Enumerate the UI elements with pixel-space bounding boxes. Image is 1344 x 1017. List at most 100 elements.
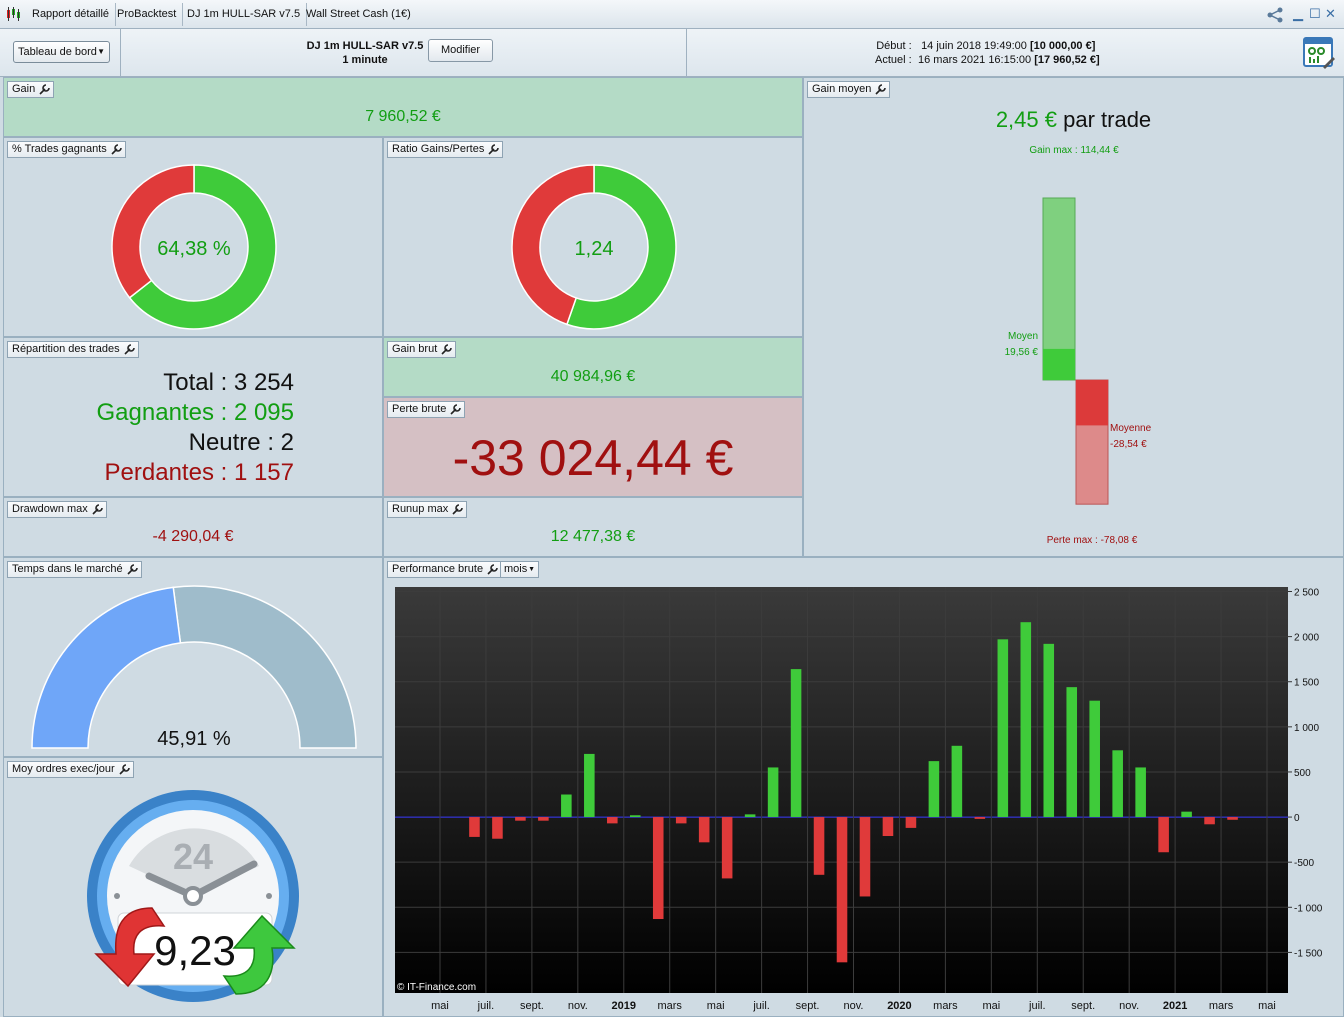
- wrench-icon[interactable]: [440, 343, 453, 356]
- x-tick-label: nov.: [844, 1000, 864, 1012]
- ordres-value: 9,23: [154, 927, 236, 974]
- ordres-clock-badge: 24 9,23: [87, 790, 299, 1002]
- x-tick-label: mai: [982, 1000, 1000, 1012]
- wrench-icon[interactable]: [123, 343, 136, 356]
- neutral-trades: Neutre : 2: [188, 429, 294, 456]
- y-tick-label: 500: [1294, 768, 1311, 779]
- x-tick-label: nov.: [568, 1000, 588, 1012]
- x-tick-label: mai: [431, 1000, 449, 1012]
- performance-bar: [1158, 817, 1169, 853]
- gain-panel-title: Gain: [7, 81, 55, 98]
- strategy-name: DJ 1m HULL-SAR v7.5: [306, 40, 424, 52]
- repartition-list: Total : 3 254 Gagnantes : 2 095 Neutre :…: [97, 368, 294, 488]
- moyen-value: 19,56 €: [1005, 347, 1039, 358]
- y-tick-label: 1 500: [1294, 678, 1319, 689]
- tab-strategy[interactable]: DJ 1m HULL-SAR v7.5: [181, 3, 308, 26]
- tab-bar: Rapport détaillé ProBacktest DJ 1m HULL-…: [0, 0, 1344, 29]
- start-label: Début :: [876, 40, 912, 52]
- drawdown-value: -4 290,04 €: [152, 528, 234, 545]
- perte-brute-panel: Perte brute -33 024,44 €: [383, 397, 803, 497]
- moyenne-value: -28,54 €: [1110, 439, 1147, 450]
- performance-bar: [515, 817, 526, 821]
- performance-bar: [744, 814, 756, 818]
- x-tick-label: juil.: [752, 1000, 770, 1012]
- clock-center: [183, 886, 203, 906]
- clock-number: 24: [173, 836, 213, 877]
- win-rate-loss-arc: [111, 164, 195, 299]
- drawdown-panel: Drawdown max -4 290,04 €: [3, 497, 383, 557]
- loss-average-bar: [1076, 380, 1108, 426]
- y-tick-label: -1 500: [1294, 948, 1323, 959]
- performance-bar: [1043, 643, 1055, 818]
- perte-brute-value: -33 024,44 €: [452, 430, 734, 486]
- performance-bar: [790, 669, 802, 818]
- close-icon[interactable]: ✕: [1325, 6, 1336, 22]
- y-axis-ticks: 2 500 2 000 1 500 1 000 500 0 -500 -1 000 -1 500: [1288, 588, 1323, 959]
- report-header: Tableau de bord ▼ DJ 1m HULL-SAR v7.5 1 …: [0, 29, 1344, 77]
- runup-value: 12 477,38 €: [550, 528, 636, 545]
- gain-panel: Gain 7 960,52 €: [3, 77, 803, 137]
- ratio-panel: Ratio Gains/Pertes 1,24: [383, 137, 803, 337]
- timeframe: 1 minute: [342, 54, 388, 66]
- x-tick-label: mars: [933, 1000, 958, 1012]
- performance-bar: [1204, 817, 1215, 825]
- tab-rapport-detaille[interactable]: Rapport détaillé: [26, 3, 117, 26]
- current-date: 16 mars 2021 16:15:00: [918, 54, 1032, 66]
- drawdown-panel-title: Drawdown max: [7, 501, 107, 518]
- divider: [686, 29, 687, 77]
- clock-tick: [266, 893, 272, 899]
- start-capital: [10 000,00 €]: [1029, 40, 1096, 52]
- share-icon[interactable]: [1266, 6, 1284, 24]
- perte-max-label: Perte max : -78,08 €: [1047, 535, 1138, 546]
- temps-marche-panel: Temps dans le marché 45,91 %: [3, 557, 383, 757]
- performance-bar: [492, 817, 503, 839]
- y-tick-label: 0: [1294, 813, 1300, 824]
- performance-bar: [629, 815, 641, 818]
- x-tick-label: juil.: [477, 1000, 495, 1012]
- wrench-icon[interactable]: [91, 503, 104, 516]
- wrench-icon[interactable]: [451, 503, 464, 516]
- performance-bar: [469, 817, 480, 837]
- wrench-icon[interactable]: [449, 403, 462, 416]
- x-tick-label: 2021: [1163, 1000, 1187, 1012]
- y-tick-label: 2 500: [1294, 588, 1319, 599]
- ratio-value: 1,24: [575, 238, 614, 260]
- x-tick-label: mai: [707, 1000, 725, 1012]
- gain-brut-panel-title: Gain brut: [387, 341, 457, 358]
- start-date: 14 juin 2018 19:49:00: [921, 40, 1027, 52]
- x-tick-label: mars: [657, 1000, 682, 1012]
- tab-instrument[interactable]: Wall Street Cash (1€): [300, 3, 417, 26]
- performance-bar: [974, 817, 986, 819]
- y-tick-label: -500: [1294, 858, 1314, 869]
- performance-bar: [1135, 767, 1146, 818]
- gain-moyen-bars: Gain max : 114,44 € Moyen 19,56 € Moyenn…: [1005, 145, 1152, 546]
- date-labels: Début : Actuel :: [875, 39, 912, 67]
- dashboard-select[interactable]: Tableau de bord ▼: [13, 41, 110, 63]
- y-tick-label: 2 000: [1294, 633, 1319, 644]
- perte-brute-panel-title: Perte brute: [387, 401, 466, 418]
- performance-bar: [584, 753, 595, 818]
- temps-marche-value: 45,91 %: [157, 728, 231, 750]
- performance-bar: [538, 817, 549, 821]
- gain-max-label: Gain max : 114,44 €: [1029, 145, 1119, 156]
- wrench-icon[interactable]: [38, 83, 51, 96]
- report-settings-icon[interactable]: [1303, 37, 1335, 69]
- temps-marche-remaining-arc: [172, 585, 357, 749]
- candlestick-icon: [7, 7, 20, 21]
- temps-marche-gauge: 45,91 %: [31, 585, 357, 750]
- tab-probacktest[interactable]: ProBacktest: [111, 3, 184, 26]
- clock-tick: [114, 893, 120, 899]
- chevron-down-icon: ▼: [97, 47, 105, 56]
- maximize-icon[interactable]: ☐: [1309, 6, 1321, 22]
- current-label: Actuel :: [875, 54, 912, 66]
- copyright-label: © IT-Finance.com: [397, 982, 476, 993]
- modify-button[interactable]: Modifier: [428, 39, 493, 62]
- runup-panel-title: Runup max: [387, 501, 468, 518]
- gain-value: 7 960,52 €: [365, 108, 441, 125]
- performance-bar: [813, 817, 825, 875]
- temps-marche-filled-arc: [31, 586, 182, 749]
- minimize-icon[interactable]: ▁: [1293, 6, 1303, 22]
- ordres-panel: Moy ordres exec/jour 24 9,23: [3, 757, 383, 1017]
- performance-bar: [859, 817, 871, 897]
- performance-bar: [698, 817, 710, 843]
